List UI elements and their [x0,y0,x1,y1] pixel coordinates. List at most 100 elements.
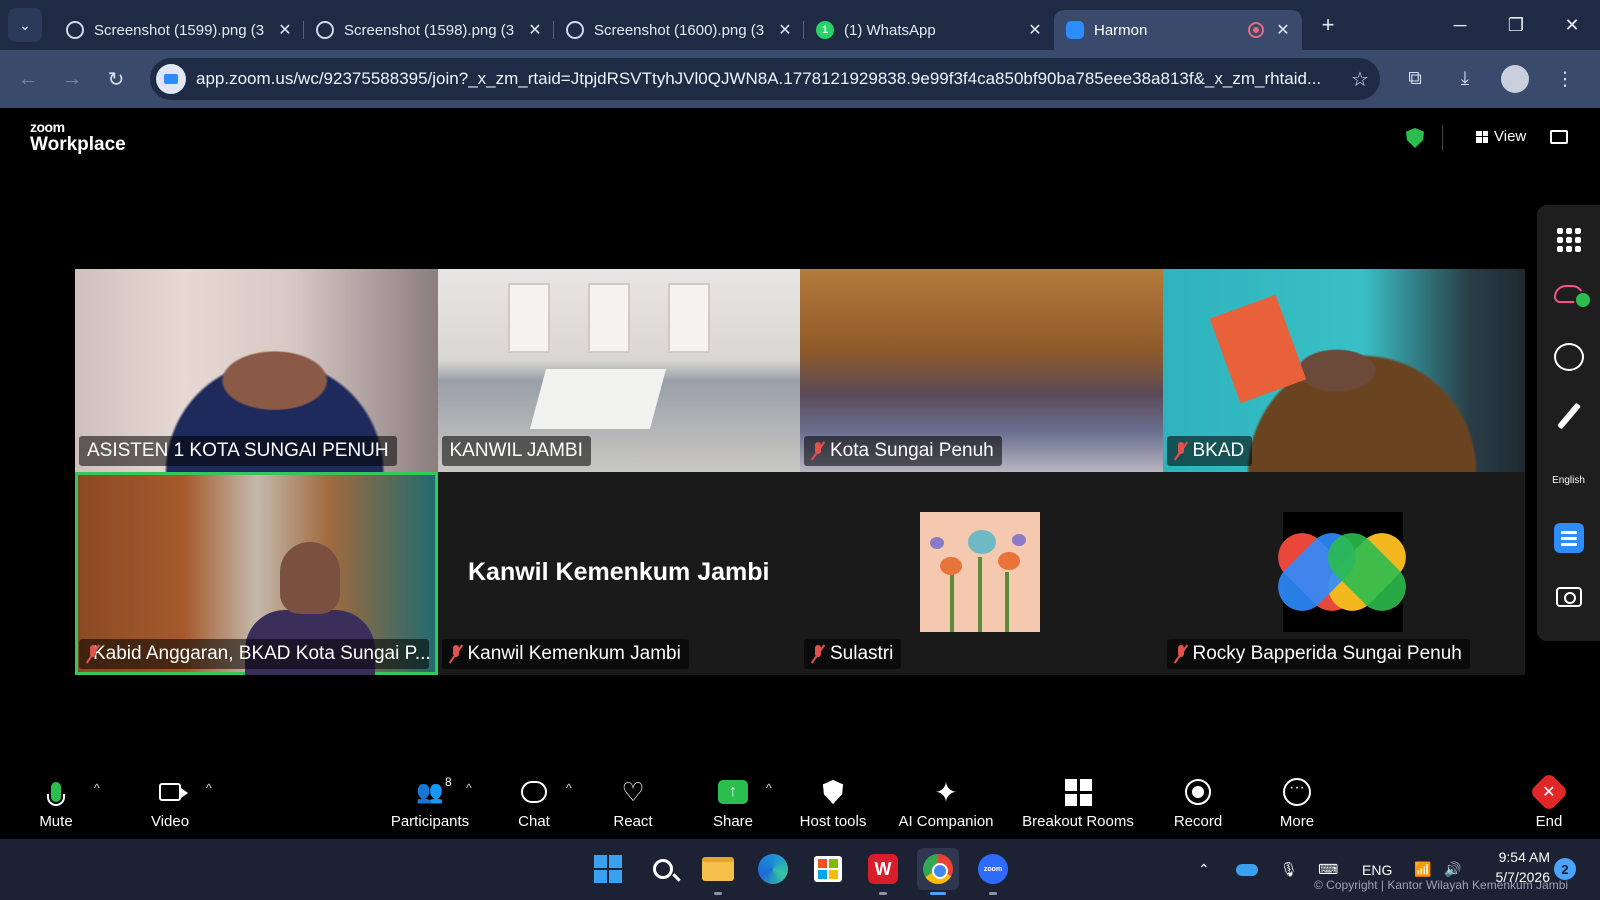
screenshot-button[interactable] [1537,587,1600,612]
ai-companion-button[interactable]: ✦ AI Companion [896,773,996,839]
close-tab-icon[interactable]: ✕ [776,20,794,40]
video-button[interactable]: Video [144,773,196,839]
mute-button[interactable]: Mute [30,773,82,839]
forward-icon[interactable]: → [50,68,94,91]
participant-name: ASISTEN 1 KOTA SUNGAI PENUH [87,440,389,461]
reload-icon[interactable]: ↻ [94,67,138,92]
video-tile[interactable]: Kanwil Kemenkum Jambi Kanwil Kemenkum Ja… [437,472,800,675]
browser-tab[interactable]: Screenshot (1600).png (3 ✕ [554,10,804,50]
wps-office-icon: W [868,854,898,884]
clock-time: 9:54 AM [1498,849,1550,865]
video-gallery: ASISTEN 1 KOTA SUNGAI PENUH KANWIL JAMBI… [75,269,1525,675]
minimize-icon[interactable]: ─ [1432,0,1488,50]
microphone-tray-icon[interactable]: 🎙 [1280,839,1298,900]
video-tile[interactable]: ASISTEN 1 KOTA SUNGAI PENUH [75,269,438,472]
logo-small-text: zoom [30,119,65,135]
restore-icon[interactable]: ❐ [1488,0,1544,50]
more-button[interactable]: ··· More [1272,773,1322,839]
grid-view-icon [1476,130,1488,143]
profile-picture [1267,512,1416,632]
sparkle-icon: ✦ [934,776,958,808]
video-tile[interactable]: Kota Sungai Penuh [800,269,1163,472]
browser-tab-active[interactable]: Harmon ✕ [1054,10,1302,50]
close-tab-icon[interactable]: ✕ [1274,20,1292,40]
close-window-icon[interactable]: ✕ [1544,0,1600,50]
chevron-up-icon[interactable]: ^ [206,781,212,795]
chevron-up-icon[interactable]: ^ [766,781,772,795]
more-label: More [1279,813,1315,830]
participant-name-label: Sulastri [804,639,902,669]
zoom-workplace-logo: zoom Workplace [30,120,126,154]
notification-badge[interactable]: 2 [1554,858,1576,880]
bookmark-star-icon[interactable]: ☆ [1340,67,1380,92]
meeting-toolbar: Mute ^ Video ^ 👥 8 Participants ^ Chat ^… [0,772,1600,839]
site-info-icon[interactable] [156,64,186,94]
whiteboard-app-button[interactable] [1537,285,1600,309]
participant-name: Sulastri [830,643,894,664]
video-tile[interactable]: BKAD [1162,269,1525,472]
video-tile-active-speaker[interactable]: Kabid Anggaran, BKAD Kota Sungai P... [75,472,438,675]
annotate-button[interactable] [1537,401,1600,436]
new-tab-button[interactable]: + [1308,12,1348,38]
more-dots-icon: ··· [1283,778,1311,806]
end-meeting-button[interactable]: ✕ End [1526,772,1572,839]
popout-window-icon[interactable] [1550,130,1568,144]
chevron-down-icon: ⌄ [19,16,31,33]
store-icon [814,856,842,882]
tab-title: Screenshot (1600).png (3 [594,21,765,39]
tab-title: Harmon [1094,21,1148,39]
chat-button[interactable]: Chat [510,773,558,839]
tab-search-button[interactable]: ⌄ [8,8,42,42]
file-explorer-app[interactable] [697,848,739,895]
react-button[interactable]: ♡ React [608,773,658,839]
video-tile[interactable]: KANWIL JAMBI [437,269,800,472]
chrome-app[interactable] [917,848,959,895]
taskbar-search[interactable] [642,848,684,890]
extensions-icon[interactable]: ⧉ [1390,68,1440,90]
right-sidebar: English [1537,205,1600,641]
browser-tab[interactable]: 1 (1) WhatsApp ✕ [804,10,1054,50]
chevron-up-icon[interactable]: ^ [466,781,472,795]
record-button[interactable]: Record [1170,773,1226,839]
encryption-shield-icon[interactable] [1406,128,1424,148]
language-label[interactable]: English [1537,475,1600,486]
profile-avatar[interactable] [1501,65,1529,93]
copyright-watermark: © Copyright | Kantor Wilayah Kemenkum Ja… [1314,878,1569,892]
url-text[interactable]: app.zoom.us/wc/92375588395/join?_x_zm_rt… [196,69,1340,89]
zoom-app[interactable]: zoom [972,848,1014,895]
apps-button[interactable] [1537,221,1600,252]
participants-button[interactable]: 👥 8 Participants [390,773,470,839]
breakout-rooms-icon [1064,778,1092,806]
url-field[interactable]: app.zoom.us/wc/92375588395/join?_x_zm_rt… [150,58,1380,100]
chevron-up-icon[interactable]: ^ [94,781,100,795]
chat-app-button[interactable] [1537,343,1600,376]
close-tab-icon[interactable]: ✕ [276,20,294,40]
participants-label: Participants [390,813,470,830]
edge-app[interactable] [752,848,794,890]
video-tile[interactable]: Rocky Bapperida Sungai Penuh [1162,472,1525,675]
browser-tab[interactable]: Screenshot (1598).png (3 ✕ [304,10,554,50]
close-tab-icon[interactable]: ✕ [1026,20,1044,40]
close-tab-icon[interactable]: ✕ [526,20,544,40]
download-icon[interactable]: ⤓ [1440,68,1490,90]
start-button[interactable] [587,848,629,890]
back-icon[interactable]: ← [6,68,50,91]
participant-name-label: KANWIL JAMBI [441,436,591,466]
show-hidden-icons[interactable]: ⌃ [1198,839,1210,900]
share-button[interactable]: ↑ Share [708,773,758,839]
participant-name: Rocky Bapperida Sungai Penuh [1192,643,1462,664]
breakout-rooms-button[interactable]: Breakout Rooms [1022,773,1134,839]
muted-mic-icon [812,645,824,663]
host-tools-button[interactable]: Host tools [798,773,868,839]
muted-mic-icon [812,442,824,460]
view-button[interactable]: View [1476,128,1526,145]
store-app[interactable] [807,848,849,890]
video-tile[interactable]: Sulastri [800,472,1163,675]
browser-tab[interactable]: Screenshot (1599).png (3 ✕ [54,10,304,50]
notes-button[interactable] [1537,523,1600,558]
wps-office-app[interactable]: W [862,848,904,895]
chevron-up-icon[interactable]: ^ [566,781,572,795]
browser-menu-icon[interactable]: ⋮ [1540,68,1590,91]
participants-icon: 👥 [416,779,444,804]
onedrive-icon[interactable] [1236,839,1258,900]
